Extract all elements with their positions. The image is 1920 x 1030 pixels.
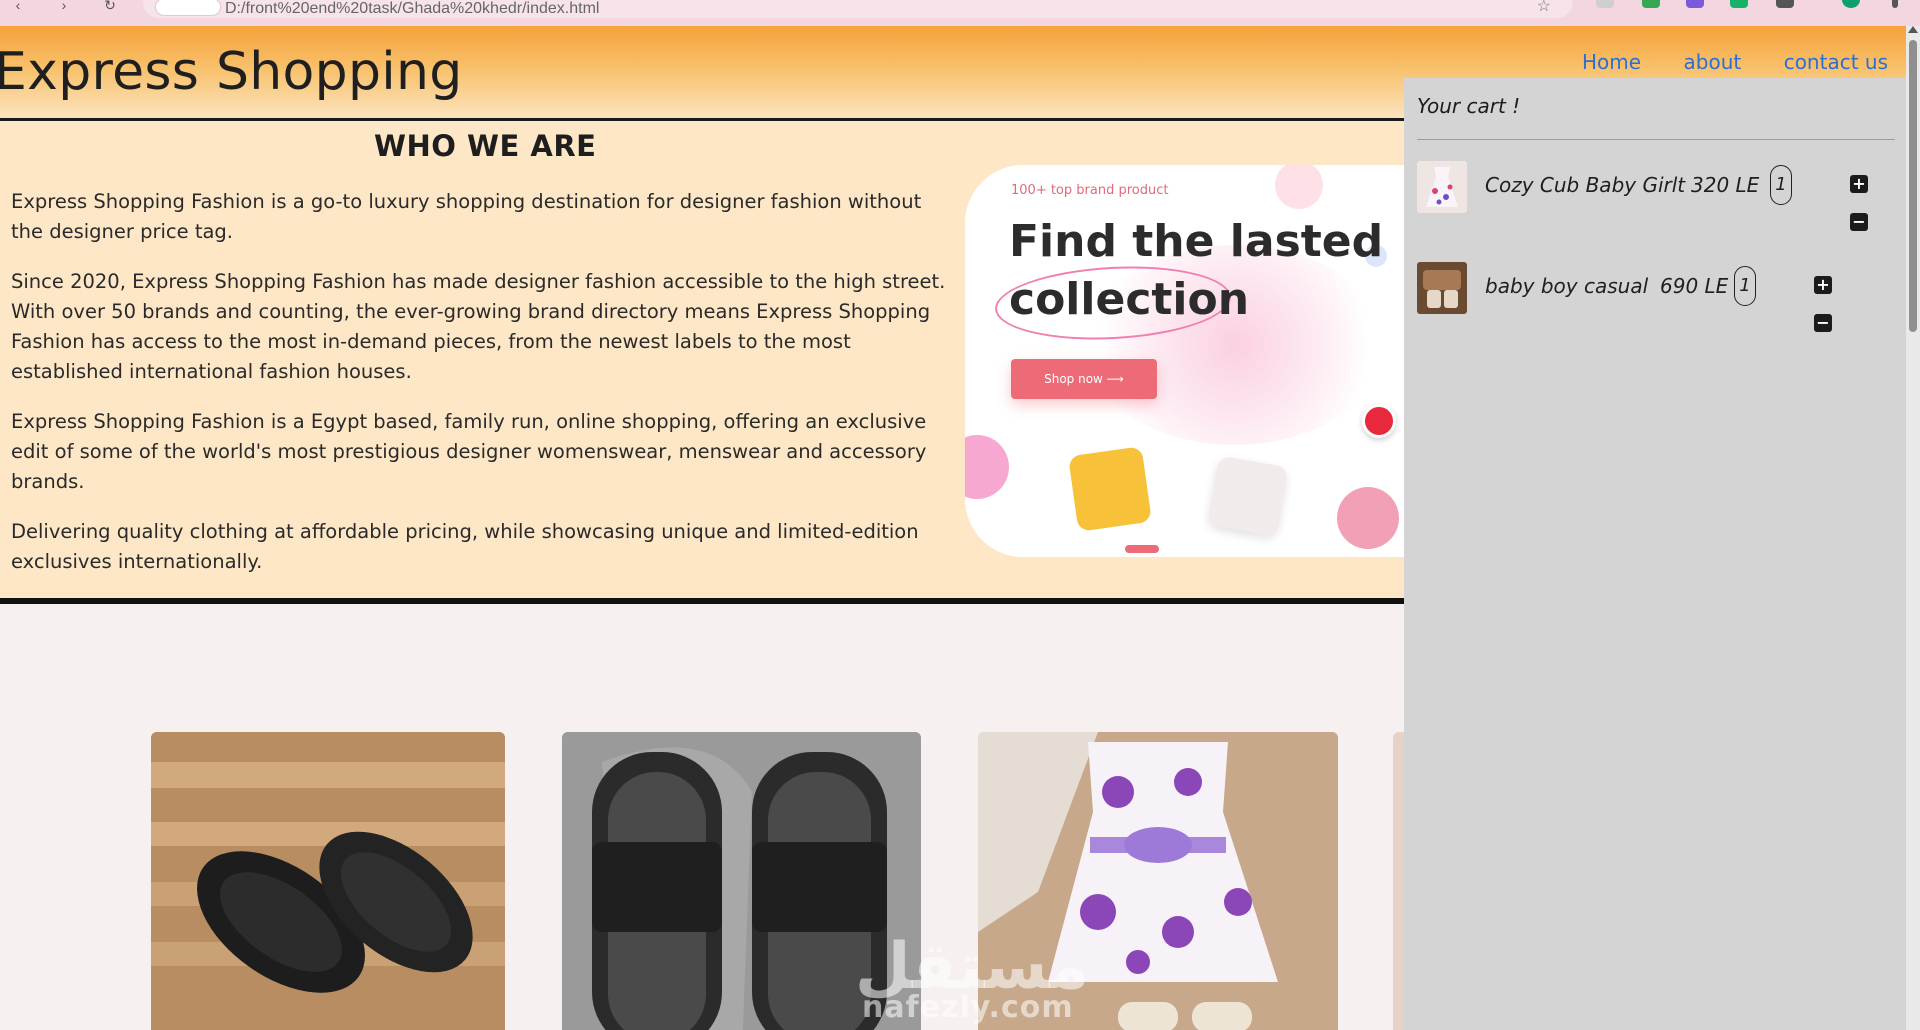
- cart-title: Your cart !: [1417, 94, 1521, 118]
- site-info-badge[interactable]: [155, 0, 221, 16]
- cart-item-quantity: 1: [1770, 165, 1792, 205]
- plus-icon[interactable]: +: [1850, 175, 1868, 193]
- heart-icon: [1362, 404, 1396, 438]
- nav-about-link[interactable]: about: [1684, 50, 1742, 74]
- main-nav: Home about contact us: [1544, 50, 1888, 74]
- flipflops-image: [151, 732, 505, 1030]
- about-paragraph: Express Shopping Fashion is a go-to luxu…: [11, 190, 922, 243]
- scroll-up-icon[interactable]: [1908, 26, 1918, 33]
- about-paragraph: Express Shopping Fashion is a Egypt base…: [11, 410, 927, 493]
- star-icon[interactable]: ☆: [1537, 0, 1551, 16]
- url-text[interactable]: D:/front%20end%20task/Ghada%20khedr/inde…: [225, 0, 599, 18]
- cart-item-price: 690 LE: [1660, 274, 1729, 298]
- reload-icon[interactable]: ↻: [100, 0, 120, 14]
- baby-girl-outfit-image: [1417, 161, 1467, 213]
- cart-item-thumbnail: [1417, 161, 1467, 213]
- shop-now-button[interactable]: Shop now ⟶: [1011, 359, 1157, 399]
- banner-headline: Find the lasted collection: [1009, 213, 1383, 329]
- cart-item: baby boy casual 690 LE 1 + −: [1417, 262, 1897, 332]
- banner-decor-circle: [965, 435, 1009, 499]
- cart-item-name: Cozy Cub Baby Girlt: [1485, 173, 1686, 197]
- product-card-black-flipflops[interactable]: [151, 732, 505, 1030]
- profile-avatar-icon[interactable]: [1842, 0, 1860, 8]
- extension-sheets-icon[interactable]: [1730, 0, 1748, 8]
- cart-item-quantity: 1: [1734, 266, 1756, 306]
- cart-divider: [1417, 139, 1895, 140]
- about-section: WHO WE ARE Express Shopping Fashion is a…: [0, 118, 1404, 604]
- baby-boy-outfit-image: [1417, 262, 1467, 314]
- cart-item-thumbnail: [1417, 262, 1467, 314]
- banner-product-tile: [1207, 455, 1289, 537]
- plus-icon[interactable]: +: [1814, 276, 1832, 294]
- promo-banner[interactable]: 100+ top brand product Find the lasted c…: [965, 165, 1404, 557]
- page-scrollbar[interactable]: [1906, 26, 1920, 1030]
- window-icon[interactable]: [1776, 0, 1794, 8]
- minus-icon[interactable]: −: [1850, 213, 1868, 231]
- menu-dots-icon[interactable]: [1892, 0, 1898, 8]
- arrow-left-icon[interactable]: ‹: [8, 0, 28, 14]
- extension-shield-icon[interactable]: [1642, 0, 1660, 8]
- banner-headline-line1: Find the lasted: [1009, 216, 1384, 267]
- banner-decor-circle: [1275, 165, 1323, 209]
- banner-model-photo: [1337, 487, 1399, 549]
- banner-headline-line2: collection: [1009, 274, 1250, 325]
- about-text: Express Shopping Fashion is a go-to luxu…: [11, 187, 947, 597]
- extension-icon[interactable]: [1596, 0, 1614, 8]
- browser-toolbar: ‹ › ↻ D:/front%20end%20task/Ghada%20khed…: [0, 0, 1920, 26]
- products-section: [0, 604, 1404, 1030]
- banner-product-tile: [1068, 446, 1152, 532]
- site-title: Express Shopping: [0, 42, 463, 102]
- nav-home-link[interactable]: Home: [1582, 50, 1641, 74]
- minus-icon[interactable]: −: [1814, 314, 1832, 332]
- about-heading: WHO WE ARE: [374, 129, 597, 163]
- cart-panel: Your cart ! Cozy Cub Baby Girlt 320 LE 1…: [1404, 78, 1920, 1030]
- scrollbar-thumb[interactable]: [1909, 40, 1917, 332]
- cart-item-price: 320 LE: [1691, 173, 1760, 197]
- extension-copilot-icon[interactable]: [1686, 0, 1704, 8]
- address-bar[interactable]: D:/front%20end%20task/Ghada%20khedr/inde…: [143, 0, 1573, 18]
- banner-accent-bar: [1125, 545, 1159, 553]
- about-paragraph: Delivering quality clothing at affordabl…: [11, 520, 919, 573]
- nav-contact-link[interactable]: contact us: [1784, 50, 1888, 74]
- watermark-latin: nafezly.com: [862, 990, 1074, 1025]
- cart-item-name: baby boy casual: [1485, 274, 1649, 298]
- arrow-right-icon[interactable]: ›: [54, 0, 74, 14]
- cart-item: Cozy Cub Baby Girlt 320 LE 1 + −: [1417, 161, 1897, 231]
- banner-small-text: 100+ top brand product: [1011, 183, 1169, 198]
- about-paragraph: Since 2020, Express Shopping Fashion has…: [11, 270, 946, 383]
- product-card-partial[interactable]: [1393, 732, 1404, 1030]
